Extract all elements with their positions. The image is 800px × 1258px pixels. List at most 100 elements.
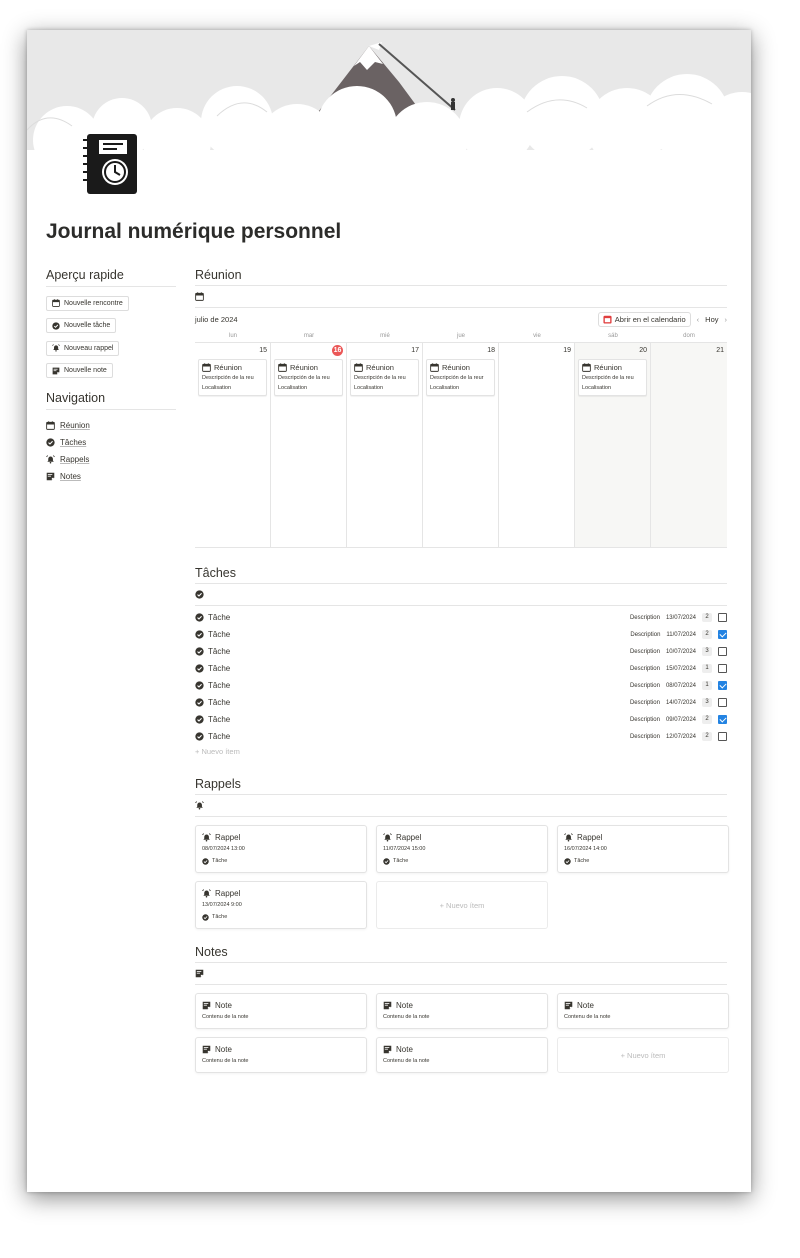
event-title-text: Réunion xyxy=(214,363,242,372)
task-checkbox[interactable] xyxy=(718,715,727,724)
reminder-relation-text: Tâche xyxy=(393,858,409,864)
task-row[interactable]: Tâche Description 12/07/2024 2 xyxy=(195,728,727,745)
notes-view-tab[interactable] xyxy=(195,963,727,985)
task-date: 13/07/2024 xyxy=(665,614,696,621)
nav-item-reunion[interactable]: Réunion xyxy=(46,417,176,434)
calendar-month: julio de 2024 xyxy=(195,314,238,324)
task-list: Tâche Description 13/07/2024 2 Tâche Descript… xyxy=(195,609,727,745)
check-circle-icon xyxy=(195,664,204,673)
task-date: 09/07/2024 xyxy=(665,716,696,723)
new-reminder-item[interactable]: + Nuevo ítem xyxy=(376,881,548,929)
new-note-item[interactable]: + Nuevo ítem xyxy=(557,1037,729,1073)
reminder-gallery: Rappel 08/07/2024 13:00 Tâche Rappel 11/07/2… xyxy=(195,825,729,929)
day-number: 20 xyxy=(578,345,647,357)
task-checkbox[interactable] xyxy=(718,732,727,741)
task-checkbox[interactable] xyxy=(718,681,727,690)
note-title: Note xyxy=(202,999,360,1011)
reminders-heading: Rappels xyxy=(195,775,727,795)
event-card[interactable]: Réunion Descripción de la reu Localisation xyxy=(274,359,343,396)
open-in-calendar-button[interactable]: Abrir en el calendario xyxy=(597,311,691,327)
task-row[interactable]: Tâche Description 14/07/2024 3 xyxy=(195,694,727,711)
reminder-card[interactable]: Rappel 11/07/2024 15:00 Tâche xyxy=(376,825,548,873)
nav-item-taches[interactable]: Tâches xyxy=(46,434,176,451)
day-number: 16 xyxy=(274,345,343,357)
calendar-day-cell[interactable]: 19 xyxy=(499,343,575,547)
day-number-label: 19 xyxy=(563,347,571,354)
nav-item-rappels[interactable]: Rappels xyxy=(46,451,176,468)
weekday-label: sáb xyxy=(608,333,618,339)
event-description: Descripción de la reu xyxy=(582,375,634,381)
note-card[interactable]: Note Contenu de la note xyxy=(376,1037,548,1073)
next-month-button[interactable]: › xyxy=(725,315,728,324)
calendar-icon xyxy=(52,299,60,307)
task-row[interactable]: Tâche Description 09/07/2024 2 xyxy=(195,711,727,728)
reminder-date: 13/07/2024 9:00 xyxy=(202,902,242,908)
task-name-text: Tâche xyxy=(208,715,231,724)
check-circle-icon xyxy=(195,647,204,656)
task-row[interactable]: Tâche Description 13/07/2024 2 xyxy=(195,609,727,626)
new-task-button[interactable]: Nouvelle tâche xyxy=(46,318,117,333)
today-button[interactable]: Hoy xyxy=(705,315,718,324)
check-circle-icon xyxy=(202,914,209,921)
reminder-relation-text: Tâche xyxy=(212,858,228,864)
task-name-text: Tâche xyxy=(208,664,231,673)
task-priority: 3 xyxy=(702,647,712,656)
task-checkbox[interactable] xyxy=(718,664,727,673)
task-date: 10/07/2024 xyxy=(665,648,696,655)
task-name: Tâche xyxy=(195,715,630,724)
task-row[interactable]: Tâche Description 10/07/2024 3 xyxy=(195,643,727,660)
task-description: Description xyxy=(629,716,660,723)
calendar-view-tab[interactable] xyxy=(195,286,727,308)
task-name: Tâche xyxy=(195,613,630,622)
new-reminder-button[interactable]: Nouveau rappel xyxy=(46,340,120,356)
task-row[interactable]: Tâche Description 08/07/2024 1 xyxy=(195,677,727,694)
task-row[interactable]: Tâche Description 11/07/2024 2 xyxy=(195,626,727,643)
reminder-card[interactable]: Rappel 08/07/2024 13:00 Tâche xyxy=(195,825,367,873)
prev-month-button[interactable]: ‹ xyxy=(697,315,700,324)
page: Journal numérique personnel Aperçu rapid… xyxy=(27,30,751,1192)
event-location: Localisation xyxy=(202,385,232,391)
calendar-day-cell[interactable]: 20 Réunion Descripción de la reu Localisati… xyxy=(575,343,651,547)
task-row[interactable]: Tâche Description 15/07/2024 1 xyxy=(195,660,727,677)
event-title: Réunion xyxy=(582,362,643,373)
new-meeting-button[interactable]: Nouvelle rencontre xyxy=(46,295,129,311)
check-circle-icon xyxy=(383,858,390,865)
journal-clock-icon xyxy=(79,130,141,216)
reminder-card[interactable]: Rappel 16/07/2024 14:00 Tâche xyxy=(557,825,729,873)
day-number-label: 18 xyxy=(487,347,495,354)
reminders-view-tab[interactable] xyxy=(195,795,727,817)
event-card[interactable]: Réunion Descripción de la reu Localisation xyxy=(198,359,267,396)
nav-item-notes[interactable]: Notes xyxy=(46,468,176,485)
check-circle-icon xyxy=(195,681,204,690)
task-priority: 2 xyxy=(702,630,712,639)
calendar-day-cell[interactable]: 21 xyxy=(651,343,727,547)
calendar-day-cell[interactable]: 17 Réunion Descripción de la reu Localisati… xyxy=(347,343,423,547)
event-location: Localisation xyxy=(430,385,460,391)
reminder-relation: Tâche xyxy=(564,855,722,867)
new-task-item[interactable]: + Nuevo ítem xyxy=(195,745,727,759)
note-card[interactable]: Note Contenu de la note xyxy=(376,993,548,1029)
weekday-label: jue xyxy=(456,333,465,339)
event-card[interactable]: Réunion Descripción de la reu Localisation xyxy=(350,359,419,396)
task-priority: 1 xyxy=(702,664,712,673)
task-checkbox[interactable] xyxy=(718,698,727,707)
task-name: Tâche xyxy=(195,681,630,690)
task-checkbox[interactable] xyxy=(718,613,727,622)
note-card[interactable]: Note Contenu de la note xyxy=(557,993,729,1029)
note-card[interactable]: Note Contenu de la note xyxy=(195,1037,367,1073)
new-note-button[interactable]: Nouvelle note xyxy=(46,363,113,378)
tasks-view-tab[interactable] xyxy=(195,584,727,606)
note-title-text: Note xyxy=(396,1000,413,1010)
calendar-day-cell[interactable]: 18 Réunion Descripción de la reur Localisat… xyxy=(423,343,499,547)
task-checkbox[interactable] xyxy=(718,647,727,656)
note-card[interactable]: Note Contenu de la note xyxy=(195,993,367,1029)
note-content: Contenu de la note xyxy=(383,1058,430,1064)
note-icon xyxy=(383,1001,392,1010)
calendar-day-cell[interactable]: 15 Réunion Descripción de la reu Localisati… xyxy=(195,343,271,547)
reminder-card[interactable]: Rappel 13/07/2024 9:00 Tâche xyxy=(195,881,367,929)
task-checkbox[interactable] xyxy=(718,630,727,639)
event-title-text: Réunion xyxy=(290,363,318,372)
calendar-day-cell[interactable]: 16 Réunion Descripción de la reu Localisati… xyxy=(271,343,347,547)
event-card[interactable]: Réunion Descripción de la reur Localisatio… xyxy=(426,359,495,396)
event-card[interactable]: Réunion Descripción de la reu Localisation xyxy=(578,359,647,396)
